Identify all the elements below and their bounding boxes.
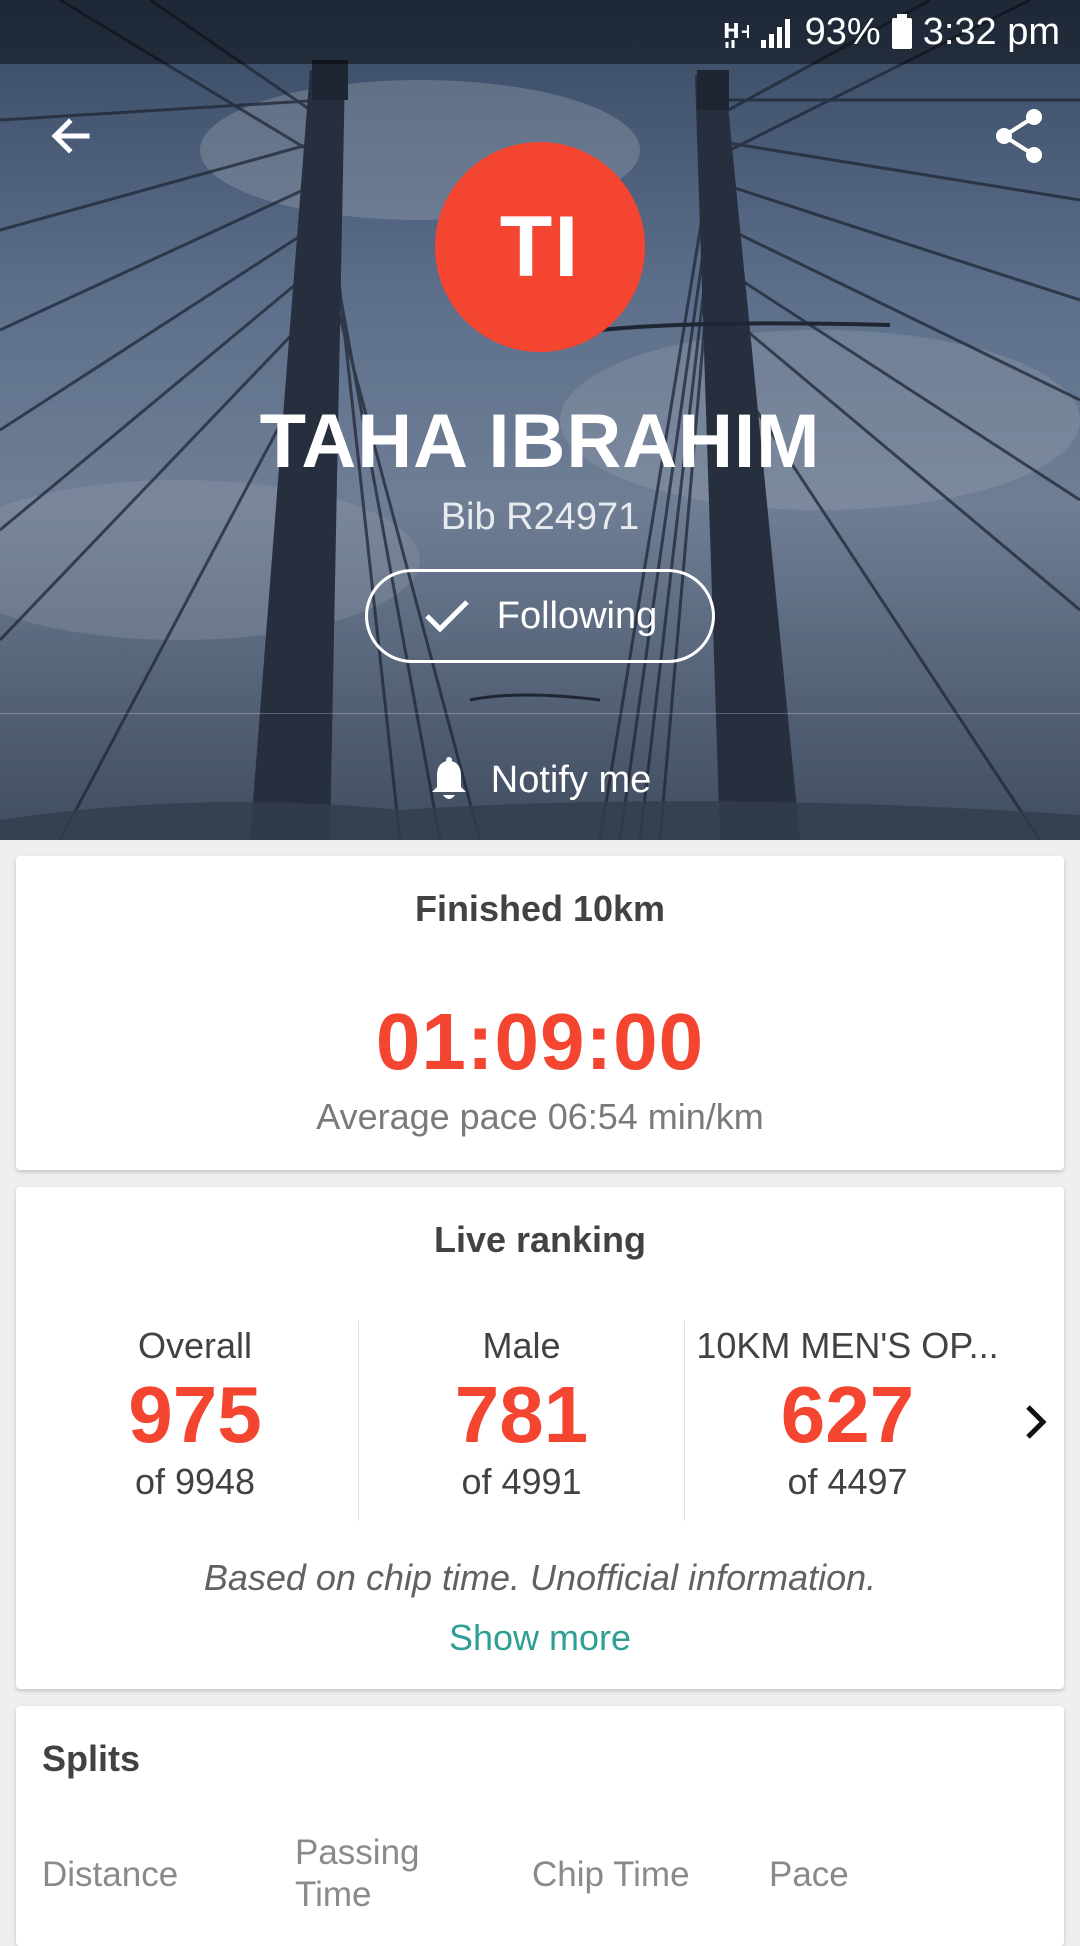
finish-card: Finished 10km 01:09:00 Average pace 06:5…: [16, 856, 1064, 1170]
rank-label: 10KM MEN'S OP...: [696, 1325, 999, 1366]
bib-number: Bib R24971: [440, 496, 640, 538]
following-label: Following: [496, 594, 658, 637]
rank-value: 975: [128, 1370, 262, 1459]
avatar: TI: [435, 142, 645, 352]
rank-total: of 4497: [787, 1461, 908, 1502]
rank-label: Male: [482, 1325, 561, 1366]
rank-value: 627: [780, 1370, 915, 1459]
splits-header-pace: Pace: [769, 1855, 849, 1894]
splits-header-chip-time: Chip Time: [532, 1855, 690, 1894]
average-pace: Average pace 06:54 min/km: [316, 1096, 764, 1137]
rank-total: of 9948: [134, 1461, 256, 1502]
live-ranking-card: Live ranking Overall 975 of 9948 Male 78…: [16, 1187, 1064, 1689]
ranking-overall[interactable]: Overall 975 of 9948: [32, 1321, 358, 1521]
notify-me-button[interactable]: Notify me: [0, 740, 1080, 820]
check-icon: [423, 596, 471, 636]
following-button[interactable]: Following: [365, 569, 715, 663]
status-bar: H+ 93% 3:32 pm: [0, 0, 1080, 64]
clock: 3:32 pm: [922, 10, 1060, 53]
signal-icon: [759, 16, 795, 48]
show-more-link[interactable]: Show more: [16, 1617, 1064, 1659]
hero-divider: [0, 713, 1080, 714]
notify-label: Notify me: [490, 758, 652, 801]
rank-value: 781: [454, 1370, 589, 1459]
arrow-left-icon: [51, 118, 90, 154]
avatar-initials: TI: [499, 198, 581, 295]
ranking-male[interactable]: Male 781 of 4991: [358, 1321, 684, 1521]
splits-header-distance: Distance: [42, 1855, 179, 1894]
bell-icon: [429, 757, 469, 803]
battery-icon: [891, 14, 913, 50]
hero-header: H+ 93% 3:32 pm TI TAHA IBRAHIM Bib R2497…: [0, 0, 1080, 840]
ranking-title: Live ranking: [433, 1219, 647, 1260]
network-type-icon: H+: [723, 14, 749, 50]
ranking-next-button[interactable]: [1016, 1397, 1056, 1447]
splits-card: Splits Distance Passing Time Chip Time P…: [16, 1706, 1064, 1946]
chevron-right-icon: [1026, 1405, 1047, 1439]
runner-name: TAHA IBRAHIM: [259, 399, 821, 484]
share-icon: [996, 109, 1042, 163]
ranking-disclaimer: Based on chip time. Unofficial informati…: [203, 1557, 877, 1598]
rank-total: of 4991: [461, 1461, 582, 1502]
battery-percent: 93%: [804, 10, 881, 53]
finish-time: 01:09:00: [375, 997, 705, 1086]
svg-text:H+: H+: [723, 19, 749, 43]
rank-label: Overall: [137, 1325, 253, 1366]
splits-title: Splits: [42, 1738, 141, 1779]
finish-title: Finished 10km: [414, 888, 666, 929]
back-button[interactable]: [40, 105, 102, 167]
splits-header-passing-time: Passing Time: [295, 1833, 420, 1914]
share-button[interactable]: [988, 105, 1050, 167]
ranking-category[interactable]: 10KM MEN'S OP... 627 of 4497: [684, 1321, 1010, 1521]
